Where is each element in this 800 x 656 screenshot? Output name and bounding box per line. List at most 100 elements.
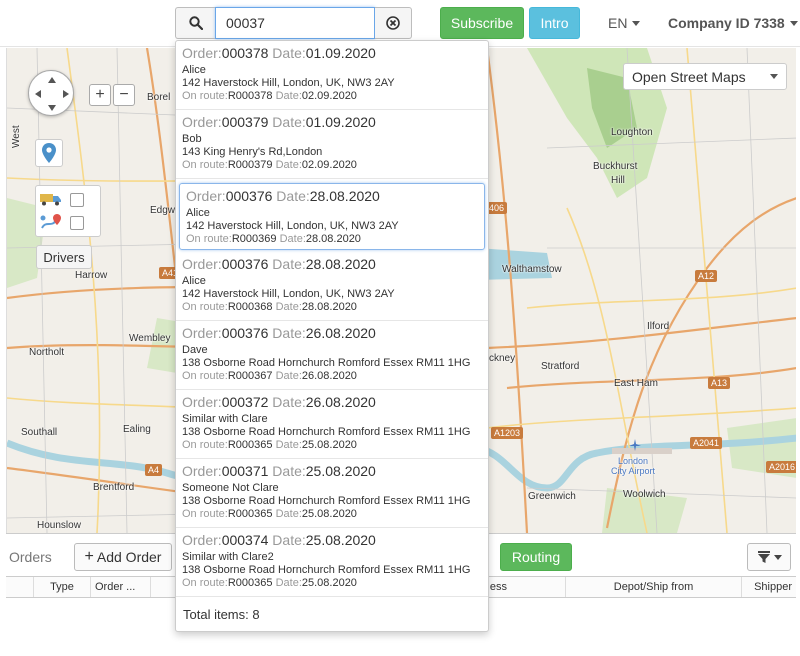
road-badge: A1203 bbox=[491, 427, 524, 439]
route-id: R000365 bbox=[227, 508, 273, 520]
order-number: 000376 bbox=[221, 256, 269, 272]
route-date: 26.08.2020 bbox=[301, 370, 357, 382]
chevron-down-icon bbox=[773, 554, 782, 560]
order-number: 000371 bbox=[221, 463, 269, 479]
search-result-item[interactable]: Order:000374 Date:25.08.2020 Similar wit… bbox=[176, 528, 488, 597]
language-selector[interactable]: EN bbox=[608, 15, 641, 31]
arrow-left-icon[interactable] bbox=[35, 90, 41, 98]
route-id: R000378 bbox=[227, 90, 273, 102]
customer-name: Dave bbox=[182, 344, 208, 356]
map-label: Harrow bbox=[75, 270, 108, 281]
customer-address: 142 Haverstock Hill, London, UK, NW3 2AY bbox=[182, 77, 395, 89]
map-label: Buckhurst bbox=[593, 161, 638, 172]
search-result-item[interactable]: Order:000371 Date:25.08.2020 Someone Not… bbox=[176, 459, 488, 528]
map-label: Southall bbox=[21, 427, 58, 438]
column-type[interactable]: Type bbox=[34, 577, 91, 597]
airport-icon bbox=[629, 439, 641, 451]
map-label: Wembley bbox=[129, 333, 171, 344]
search-result-item[interactable]: Order:000376 Date:26.08.2020 Dave 138 Os… bbox=[176, 321, 488, 390]
customer-address: 142 Haverstock Hill, London, UK, NW3 2AY bbox=[182, 288, 395, 300]
filter-icon bbox=[757, 551, 770, 563]
map-label: Greenwich bbox=[528, 491, 576, 502]
customer-address: 138 Osborne Road Hornchurch Romford Esse… bbox=[182, 564, 471, 576]
search-button[interactable] bbox=[175, 7, 215, 39]
zoom-in-button[interactable]: + bbox=[89, 84, 111, 106]
search-result-item-highlighted[interactable]: Order:000376 Date:28.08.2020 Alice 142 H… bbox=[179, 183, 485, 250]
route-id: R000369 bbox=[231, 233, 277, 245]
truck-layer-checkbox[interactable] bbox=[70, 193, 84, 207]
map-label: Hounslow bbox=[37, 520, 81, 531]
road-badge: A2041 bbox=[690, 437, 723, 449]
customer-address: 138 Osborne Road Hornchurch Romford Esse… bbox=[182, 357, 471, 369]
select-all-column[interactable] bbox=[6, 577, 34, 597]
customer-name: Similar with Clare2 bbox=[182, 551, 274, 563]
location-pin-button[interactable] bbox=[35, 139, 63, 167]
filter-button[interactable] bbox=[747, 543, 791, 571]
company-selector[interactable]: Company ID 7338 bbox=[668, 15, 798, 31]
column-depot[interactable]: Depot/Ship from bbox=[566, 577, 742, 597]
layers-control bbox=[35, 185, 101, 237]
language-label: EN bbox=[608, 15, 628, 31]
search-result-item[interactable]: Order:000376 Date:28.08.2020 Alice 142 H… bbox=[176, 252, 488, 321]
map-label: Woolwich bbox=[623, 489, 666, 500]
customer-address: 142 Haverstock Hill, London, UK, NW3 2AY bbox=[186, 220, 399, 232]
route-date: 25.08.2020 bbox=[301, 508, 357, 520]
map-label: ckney bbox=[489, 353, 516, 364]
map-label: Brentford bbox=[93, 482, 135, 493]
routing-button[interactable]: Routing bbox=[500, 543, 572, 571]
order-date: 26.08.2020 bbox=[305, 394, 376, 410]
order-date: 25.08.2020 bbox=[305, 532, 376, 548]
map-label: Hill bbox=[611, 175, 625, 186]
route-icon bbox=[40, 214, 61, 229]
arrow-up-icon[interactable] bbox=[48, 77, 56, 83]
search-icon bbox=[188, 16, 203, 30]
customer-name: Alice bbox=[186, 207, 210, 219]
route-date: 28.08.2020 bbox=[301, 301, 357, 313]
arrow-down-icon[interactable] bbox=[48, 105, 56, 111]
map-label: Northolt bbox=[29, 347, 65, 358]
order-date: 01.09.2020 bbox=[305, 114, 376, 130]
add-order-button[interactable]: + Add Order bbox=[74, 543, 172, 571]
order-number: 000376 bbox=[225, 188, 273, 204]
road-badge: A4 bbox=[145, 464, 163, 476]
route-id: R000365 bbox=[227, 577, 273, 589]
drivers-button[interactable]: Drivers bbox=[36, 245, 92, 269]
route-date: 25.08.2020 bbox=[301, 577, 357, 589]
subscribe-button[interactable]: Subscribe bbox=[440, 7, 524, 39]
company-label: Company ID 7338 bbox=[668, 15, 785, 31]
clear-search-button[interactable] bbox=[375, 7, 412, 39]
customer-name: Bob bbox=[182, 133, 202, 145]
orders-title: Orders bbox=[9, 549, 52, 565]
tile-source-label: Open Street Maps bbox=[632, 68, 746, 85]
map-label: West bbox=[11, 125, 22, 148]
pan-control[interactable] bbox=[28, 70, 74, 116]
column-shipper[interactable]: Shipper bbox=[742, 577, 796, 597]
route-layer-checkbox[interactable] bbox=[70, 216, 84, 230]
app: Subscribe Intro EN Company ID 7338 bbox=[0, 0, 800, 656]
zoom-out-button[interactable]: − bbox=[113, 84, 135, 106]
route-date: 25.08.2020 bbox=[301, 439, 357, 451]
order-date: 26.08.2020 bbox=[305, 325, 376, 341]
intro-button[interactable]: Intro bbox=[529, 7, 580, 39]
road-badge: A13 bbox=[708, 377, 731, 389]
customer-name: Someone Not Clare bbox=[182, 482, 279, 494]
order-date: 01.09.2020 bbox=[305, 45, 376, 61]
search-input[interactable] bbox=[215, 7, 375, 39]
search-result-item[interactable]: Order:000378 Date:01.09.2020 Alice 142 H… bbox=[176, 41, 488, 110]
total-items: Total items: 8 bbox=[183, 607, 260, 622]
chevron-down-icon bbox=[770, 74, 778, 79]
map-label: Ilford bbox=[647, 321, 670, 332]
map-label: Borel bbox=[147, 92, 171, 103]
tile-source-select[interactable]: Open Street Maps bbox=[623, 63, 787, 90]
arrow-right-icon[interactable] bbox=[63, 90, 69, 98]
search-result-item[interactable]: Order:000379 Date:01.09.2020 Bob 143 Kin… bbox=[176, 110, 488, 179]
column-order[interactable]: Order ... bbox=[91, 577, 151, 597]
order-number: 000374 bbox=[221, 532, 269, 548]
map-label: Loughton bbox=[611, 127, 653, 138]
chevron-down-icon bbox=[632, 20, 641, 26]
search-result-item[interactable]: Order:000372 Date:26.08.2020 Similar wit… bbox=[176, 390, 488, 459]
truck-icon bbox=[40, 194, 61, 206]
route-id: R000365 bbox=[227, 439, 273, 451]
map-label: Edgw bbox=[150, 205, 176, 216]
map-label: City Airport bbox=[611, 466, 656, 476]
